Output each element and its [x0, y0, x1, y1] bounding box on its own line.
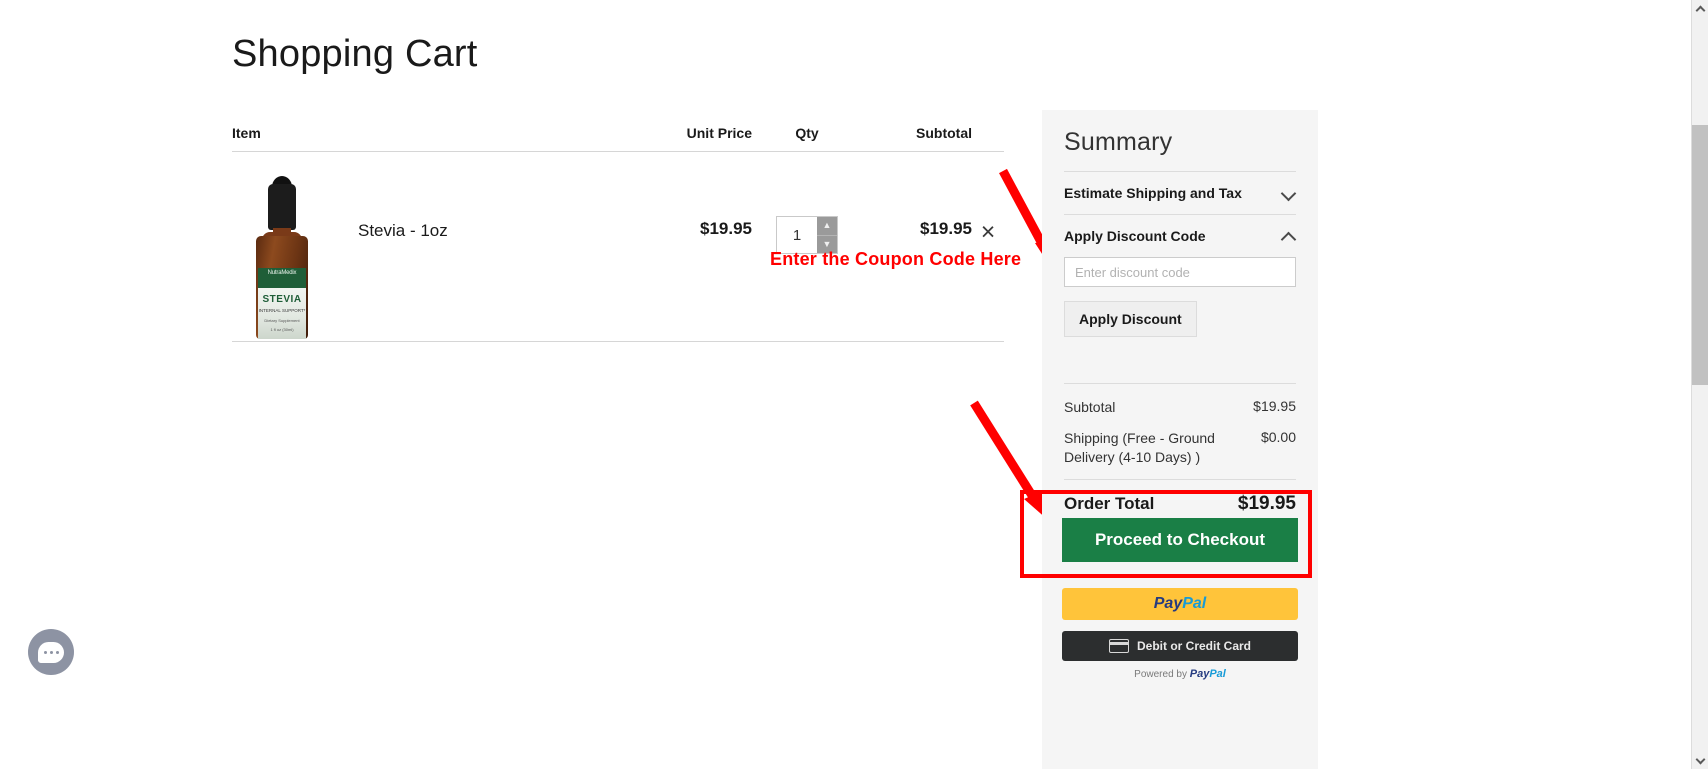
page-scrollbar[interactable]: [1691, 0, 1708, 769]
credit-card-icon: [1108, 639, 1129, 653]
stevia-bottle-image: NutraMedix STEVIA INTERNAL SUPPORT* Diet…: [254, 176, 310, 339]
quantity-input[interactable]: [777, 217, 817, 253]
bottle-brand-text: NutraMedix: [267, 270, 297, 276]
totals-section: Subtotal $19.95 Shipping (Free - Ground …: [1064, 383, 1296, 515]
accordion-label: Estimate Shipping and Tax: [1064, 185, 1242, 201]
chat-widget-button[interactable]: [28, 629, 74, 675]
chat-dot: [43, 650, 47, 654]
bottle-label-line3: 1 fl oz (30ml): [270, 327, 294, 332]
proceed-to-checkout-button[interactable]: Proceed to Checkout: [1062, 518, 1298, 562]
shopping-cart-page: Shopping Cart Item Unit Price Qty Subtot…: [0, 0, 1708, 769]
debit-or-credit-card-button[interactable]: Debit or Credit Card: [1062, 631, 1298, 661]
order-total-row: Order Total $19.95: [1064, 478, 1296, 515]
paypal-logo-pay: Pay: [1189, 668, 1210, 680]
paypal-logo-pal: Pal: [1182, 595, 1207, 612]
chevron-up-icon: [1695, 5, 1706, 15]
column-header-qty: Qty: [795, 125, 819, 141]
table-row: NutraMedix STEVIA INTERNAL SUPPORT* Diet…: [232, 152, 1004, 342]
paypal-logo-pal: Pal: [1209, 668, 1226, 680]
card-button-label: Debit or Credit Card: [1136, 639, 1251, 653]
bottle-label-line1: INTERNAL SUPPORT*: [258, 308, 306, 313]
cart-table-header: Item Unit Price Qty Subtotal: [232, 125, 1004, 152]
chat-dot: [49, 650, 53, 654]
page-title: Shopping Cart: [232, 33, 478, 75]
chevron-up-icon: [1282, 229, 1296, 243]
total-value: $19.95: [1253, 398, 1296, 414]
bottle-product-name: STEVIA: [262, 294, 302, 305]
remove-item-icon[interactable]: ×: [981, 220, 996, 245]
qty-cell: ▲ ▼: [752, 174, 862, 254]
paypal-logo-pay: Pay: [1153, 595, 1183, 612]
accordion-label: Apply Discount Code: [1064, 228, 1206, 244]
remove-cell: ×: [972, 174, 1004, 245]
cart-table: Item Unit Price Qty Subtotal NutraMedix …: [232, 125, 1004, 342]
apply-discount-button[interactable]: Apply Discount: [1064, 301, 1197, 337]
total-label: Subtotal: [1064, 399, 1116, 415]
discount-code-input[interactable]: [1064, 257, 1296, 287]
order-total-value: $19.95: [1237, 492, 1296, 514]
product-name-link[interactable]: Stevia - 1oz: [332, 174, 448, 242]
paypal-logo-small: PayPal: [1190, 668, 1226, 680]
order-total-label: Order Total: [1064, 493, 1155, 513]
coupon-annotation-text: Enter the Coupon Code Here: [770, 249, 1022, 269]
accordion-estimate-shipping-and-tax[interactable]: Estimate Shipping and Tax: [1064, 171, 1296, 214]
chat-dot: [55, 650, 59, 654]
total-row-shipping: Shipping (Free - Ground Delivery (4-10 D…: [1064, 429, 1296, 467]
stepper-buttons: ▲ ▼: [817, 217, 837, 253]
paypal-button[interactable]: PayPal: [1062, 588, 1298, 620]
column-header-item: Item: [232, 125, 261, 141]
column-header-unit-price: Unit Price: [686, 125, 752, 141]
subtotal-value: $19.95: [920, 219, 972, 238]
chevron-down-icon: [1695, 754, 1706, 764]
summary-title: Summary: [1064, 128, 1173, 156]
total-value: $0.00: [1260, 428, 1296, 445]
column-header-subtotal: Subtotal: [916, 125, 972, 141]
paypal-logo: PayPal: [1154, 595, 1206, 613]
bottle-cap: [268, 184, 296, 230]
quantity-increase-button[interactable]: ▲: [817, 217, 837, 236]
total-row-subtotal: Subtotal $19.95: [1064, 398, 1296, 417]
main-content: Shopping Cart Item Unit Price Qty Subtot…: [0, 0, 1556, 769]
scrollbar-up-button[interactable]: [1692, 0, 1708, 17]
powered-by-text: Powered by: [1134, 669, 1187, 680]
cart-item-cell: NutraMedix STEVIA INTERNAL SUPPORT* Diet…: [232, 174, 642, 339]
total-label: Shipping (Free - Ground Delivery (4-10 D…: [1064, 429, 1215, 465]
bottle-label-line2: Dietary Supplement: [264, 318, 300, 323]
scrollbar-thumb[interactable]: [1692, 125, 1708, 385]
unit-price-value: $19.95: [700, 219, 752, 238]
chat-bubble-icon: [38, 641, 64, 663]
chevron-down-icon: [1282, 186, 1296, 200]
product-thumbnail[interactable]: NutraMedix STEVIA INTERNAL SUPPORT* Diet…: [232, 174, 332, 339]
scrollbar-down-button[interactable]: [1692, 752, 1708, 769]
accordion-apply-discount-code[interactable]: Apply Discount Code: [1064, 214, 1296, 257]
powered-by-paypal: Powered by PayPal: [1062, 668, 1298, 680]
